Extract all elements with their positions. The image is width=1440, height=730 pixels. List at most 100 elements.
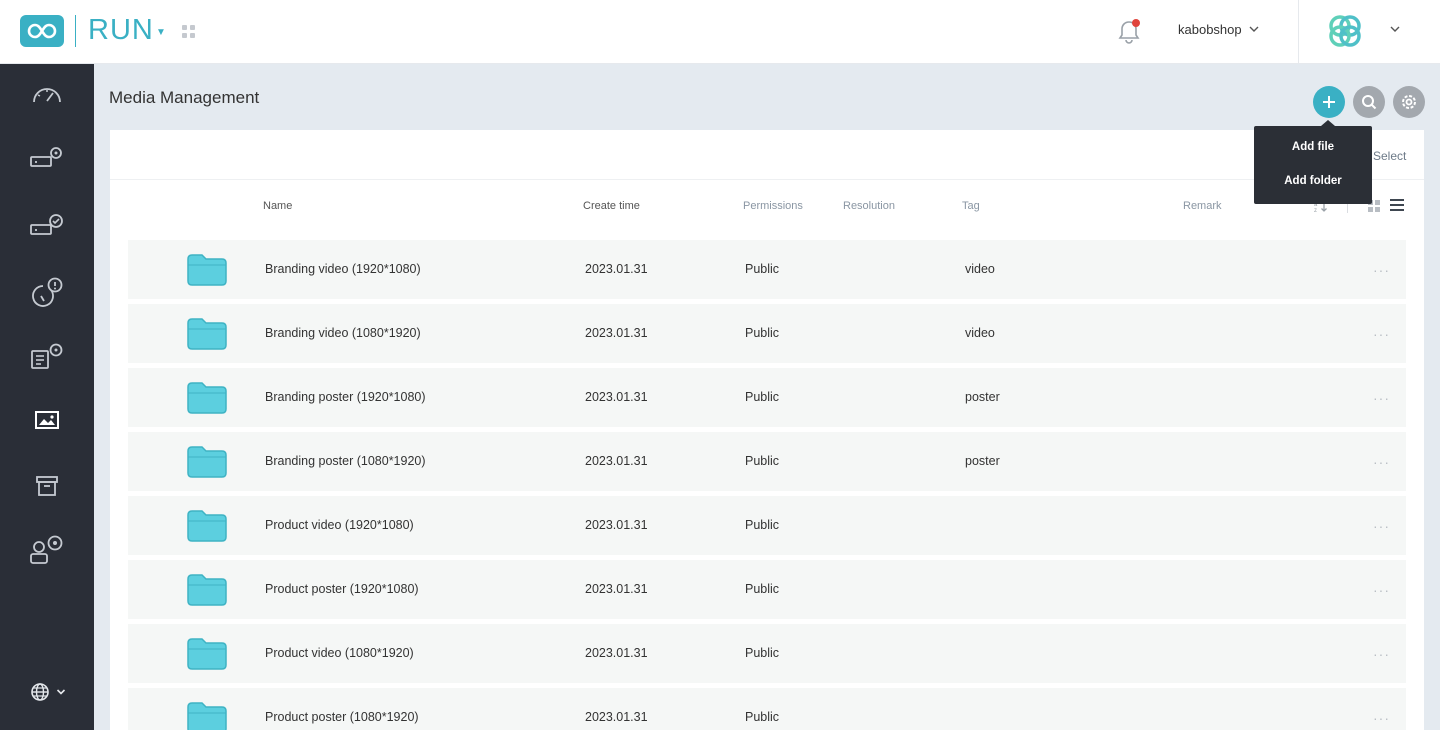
more-options-icon[interactable]: ···: [1373, 582, 1390, 598]
folder-icon: [187, 638, 227, 670]
more-options-icon[interactable]: ···: [1373, 390, 1390, 406]
folder-icon: [187, 446, 227, 478]
app-logo-icon[interactable]: [20, 15, 64, 47]
row-create-time: 2023.01.31: [585, 262, 648, 276]
table-row[interactable]: Branding video (1080*1920) 2023.01.31 Publ…: [128, 304, 1406, 363]
folder-icon: [187, 574, 227, 606]
sidebar-item-archive[interactable]: [0, 456, 94, 516]
row-name[interactable]: Branding video (1920*1080): [265, 262, 421, 276]
more-options-icon[interactable]: ···: [1373, 646, 1390, 662]
folder-icon: [187, 510, 227, 542]
add-folder-menu-item[interactable]: Add folder: [1254, 175, 1372, 187]
row-name[interactable]: Product poster (1080*1920): [265, 710, 419, 724]
column-header-name[interactable]: Name: [263, 200, 292, 212]
page-title: Media Management: [109, 88, 260, 107]
row-tag: poster: [965, 454, 1000, 468]
logo-divider: [75, 15, 76, 47]
search-button[interactable]: [1353, 86, 1385, 118]
row-permissions: Public: [745, 326, 780, 340]
chevron-down-icon[interactable]: [1248, 23, 1260, 35]
brand-caret-icon[interactable]: ▼: [156, 27, 166, 38]
more-options-icon[interactable]: ···: [1373, 710, 1390, 726]
row-permissions: Public: [745, 454, 780, 468]
row-permissions: Public: [745, 710, 780, 724]
row-create-time: 2023.01.31: [585, 646, 648, 660]
sidebar: [0, 64, 94, 730]
row-create-time: 2023.01.31: [585, 710, 648, 724]
gear-icon: [1402, 95, 1416, 109]
device-check-icon: [30, 214, 63, 235]
device-settings-icon: [30, 147, 62, 167]
language-selector[interactable]: [30, 682, 66, 702]
svg-text:z: z: [1314, 208, 1317, 213]
table-row[interactable]: Branding video (1920*1080) 2023.01.31 Publ…: [128, 240, 1406, 299]
more-options-icon[interactable]: ···: [1373, 454, 1390, 470]
organization-logo-icon[interactable]: [1324, 12, 1366, 52]
sidebar-item-alerts[interactable]: [0, 262, 94, 322]
table-row[interactable]: Product poster (1920*1080) 2023.01.31 Publ…: [128, 560, 1406, 619]
sidebar-item-device-check[interactable]: [0, 196, 94, 256]
add-button[interactable]: [1313, 86, 1345, 118]
row-permissions: Public: [745, 582, 780, 596]
alert-icon: [32, 277, 63, 307]
sidebar-item-content-settings[interactable]: [0, 326, 94, 386]
row-name[interactable]: Product poster (1920*1080): [265, 582, 419, 596]
table-row[interactable]: Product video (1080*1920) 2023.01.31 Publi…: [128, 624, 1406, 683]
sidebar-item-dashboard[interactable]: [0, 64, 94, 124]
row-name[interactable]: Branding poster (1080*1920): [265, 454, 426, 468]
username[interactable]: kabobshop: [1178, 22, 1242, 37]
row-permissions: Public: [745, 518, 780, 532]
sidebar-item-user-settings[interactable]: [0, 520, 94, 580]
list-view-icon[interactable]: [1390, 199, 1404, 214]
apps-grid-icon[interactable]: [182, 25, 195, 38]
notification-dot: [1132, 19, 1140, 27]
row-tag: poster: [965, 390, 1000, 404]
archive-icon: [36, 476, 58, 496]
column-header-permissions[interactable]: Permissions: [743, 200, 803, 212]
add-dropdown-menu: Add file Add folder: [1254, 120, 1372, 204]
add-file-menu-item[interactable]: Add file: [1254, 141, 1372, 153]
row-create-time: 2023.01.31: [585, 518, 648, 532]
row-tag: video: [965, 326, 995, 340]
language-chevron-down-icon: [56, 689, 66, 695]
more-options-icon[interactable]: ···: [1373, 262, 1390, 278]
column-header-tag[interactable]: Tag: [962, 200, 980, 212]
search-icon: [1362, 95, 1377, 110]
row-name[interactable]: Product video (1080*1920): [265, 646, 414, 660]
row-name[interactable]: Product video (1920*1080): [265, 518, 414, 532]
row-name[interactable]: Branding video (1080*1920): [265, 326, 421, 340]
content-settings-icon: [31, 343, 63, 369]
more-options-icon[interactable]: ···: [1373, 518, 1390, 534]
folder-icon: [187, 318, 227, 350]
row-permissions: Public: [745, 646, 780, 660]
column-header-remark[interactable]: Remark: [1183, 200, 1222, 212]
dropdown-arrow: [1321, 120, 1335, 126]
user-settings-icon: [30, 535, 63, 564]
table-row[interactable]: Product video (1920*1080) 2023.01.31 Publi…: [128, 496, 1406, 555]
folder-icon: [187, 382, 227, 414]
row-name[interactable]: Branding poster (1920*1080): [265, 390, 426, 404]
select-button[interactable]: Select: [1373, 149, 1406, 163]
table-row[interactable]: Branding poster (1080*1920) 2023.01.31 Pub…: [128, 432, 1406, 491]
row-permissions: Public: [745, 390, 780, 404]
org-chevron-down-icon[interactable]: [1389, 23, 1401, 35]
row-permissions: Public: [745, 262, 780, 276]
more-options-icon[interactable]: ···: [1373, 326, 1390, 342]
sidebar-item-media[interactable]: [0, 390, 94, 450]
column-header-create-time[interactable]: Create time: [583, 200, 640, 212]
row-create-time: 2023.01.31: [585, 454, 648, 468]
table-row[interactable]: Branding poster (1920*1080) 2023.01.31 Pub…: [128, 368, 1406, 427]
top-bar: RUN ▼ kabobshop: [0, 0, 1440, 64]
settings-button[interactable]: [1393, 86, 1425, 118]
brand-name[interactable]: RUN: [88, 14, 154, 47]
sidebar-item-device-settings[interactable]: [0, 128, 94, 188]
folder-icon: [187, 254, 227, 286]
globe-icon: [31, 683, 49, 701]
dashboard-icon: [33, 88, 61, 103]
plus-icon: [1323, 96, 1335, 108]
panel-divider: [110, 179, 1424, 180]
media-icon: [35, 411, 59, 429]
table-row[interactable]: Product poster (1080*1920) 2023.01.31 Publ…: [128, 688, 1406, 730]
row-create-time: 2023.01.31: [585, 390, 648, 404]
column-header-resolution[interactable]: Resolution: [843, 200, 895, 212]
